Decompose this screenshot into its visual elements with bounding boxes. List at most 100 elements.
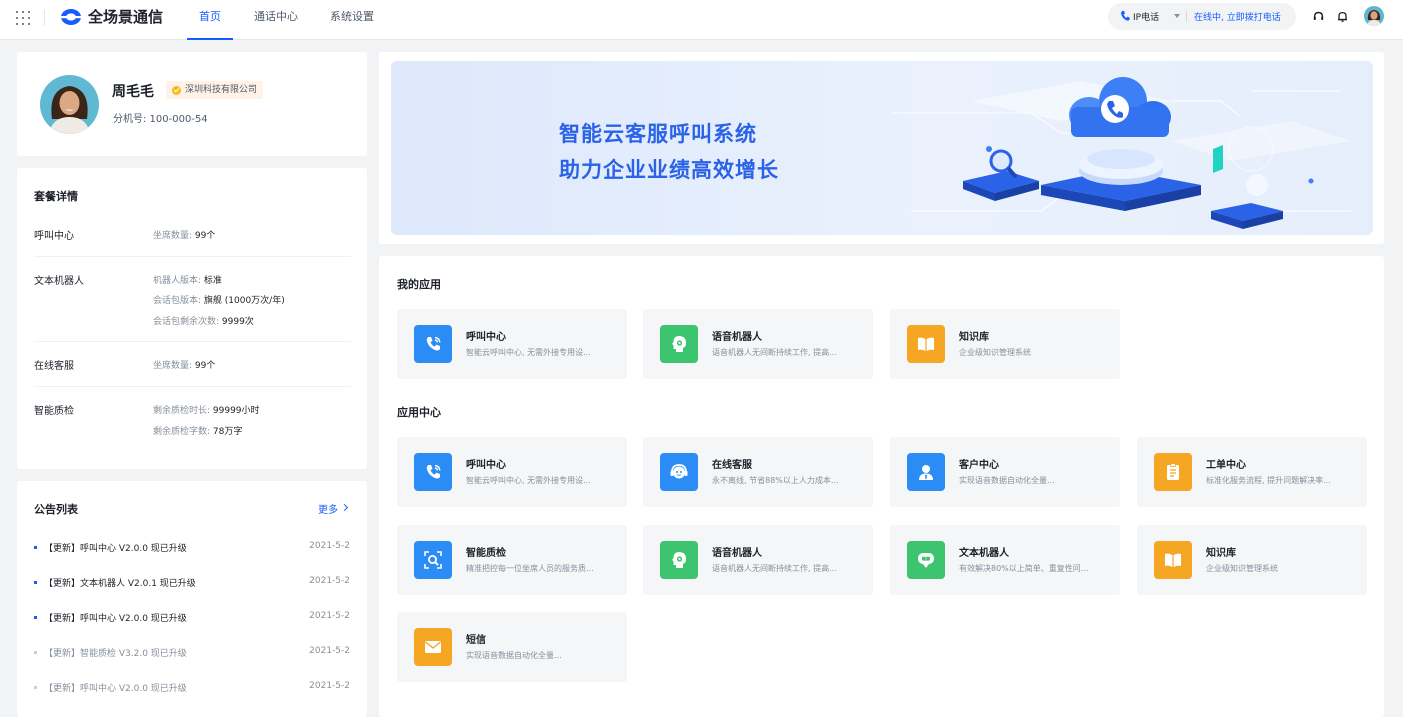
app-description: 智能云呼叫中心, 无需外接专用设... xyxy=(466,348,591,357)
divider xyxy=(44,10,45,26)
package-label: 智能质检 xyxy=(34,406,74,417)
nav-settings[interactable]: 系统设置 xyxy=(330,0,374,40)
detail-value: 旗舰 (1000万次/年) xyxy=(203,296,285,306)
headset-icon[interactable] xyxy=(1312,10,1325,23)
detail-key: 坐席数量: xyxy=(153,361,195,371)
logo-icon xyxy=(60,9,82,25)
app-card-online-service[interactable]: 在线客服 永不离线, 节省88%以上人力成本... xyxy=(643,437,873,507)
app-name: 客户中心 xyxy=(959,460,999,471)
app-card-text-robot[interactable]: T 文本机器人 有效解决80%以上简单、重复性问... xyxy=(890,525,1120,595)
notice-title: 公告列表 xyxy=(34,503,78,516)
notice-text[interactable]: 【更新】呼叫中心 V2.0.0 现已升级 xyxy=(44,681,187,694)
app-name: 呼叫中心 xyxy=(466,460,506,471)
detail-key: 剩余质检时长: xyxy=(153,406,213,416)
detail-key: 坐席数量: xyxy=(153,231,195,241)
app-card-customer-center[interactable]: 客户中心 实现语音数据自动化全量... xyxy=(890,437,1120,507)
profile-avatar xyxy=(40,75,99,134)
bullet-icon xyxy=(34,546,37,549)
notice-item[interactable]: 【更新】呼叫中心 V2.0.0 现已升级 2021-5-2 xyxy=(34,541,350,555)
app-description: 有效解决80%以上简单、重复性问... xyxy=(959,564,1089,573)
my-apps-title: 我的应用 xyxy=(397,278,441,291)
phone-icon xyxy=(1121,11,1130,21)
banner-headline: 智能云客服呼叫系统 xyxy=(559,122,757,146)
package-detail: 坐席数量: 99个 xyxy=(153,358,215,371)
notice-item[interactable]: 【更新】文本机器人 V2.0.1 现已升级 2021-5-2 xyxy=(34,576,350,590)
package-detail: 会话包版本: 旗舰 (1000万次/年) xyxy=(153,293,285,306)
user-icon xyxy=(907,453,945,491)
voice-robot-icon xyxy=(660,325,698,363)
app-title: 全场景通信 xyxy=(88,8,164,26)
app-card-call-center[interactable]: 呼叫中心 智能云呼叫中心, 无需外接专用设... xyxy=(397,309,627,379)
app-description: 企业级知识管理系统 xyxy=(959,348,1031,357)
detail-key: 会话包版本: xyxy=(153,296,204,306)
text-robot-icon: T xyxy=(907,541,945,579)
company-name: 深圳科技有限公司 xyxy=(185,85,258,95)
app-name: 工单中心 xyxy=(1206,460,1246,471)
top-bar: 全场景通信 首页 通话中心 系统设置 IP电话 在线中, 立即拨打电话 xyxy=(0,0,1403,40)
bullet-icon xyxy=(34,616,37,619)
detail-key: 机器人版本: xyxy=(153,276,204,286)
notice-item[interactable]: 【更新】呼叫中心 V2.0.0 现已升级 2021-5-2 xyxy=(34,681,350,695)
bullet-icon xyxy=(34,581,37,584)
detail-value: 标准 xyxy=(203,276,222,286)
app-name: 在线客服 xyxy=(712,460,752,471)
phone-icon xyxy=(414,453,452,491)
notice-item[interactable]: 【更新】智能质检 V3.2.0 现已升级 2021-5-2 xyxy=(34,646,350,660)
app-description: 实现语音数据自动化全量... xyxy=(959,476,1055,485)
ticket-icon xyxy=(1154,453,1192,491)
app-description: 企业级知识管理系统 xyxy=(1206,564,1278,573)
package-detail: 坐席数量: 99个 xyxy=(153,228,215,241)
notice-item[interactable]: 【更新】呼叫中心 V2.0.0 现已升级 2021-5-2 xyxy=(34,611,350,625)
app-center-title: 应用中心 xyxy=(397,406,441,419)
banner[interactable]: 智能云客服呼叫系统 助力企业业绩高效增长 xyxy=(391,61,1373,235)
app-card-voice-robot[interactable]: 语音机器人 语音机器人无间断持续工作, 提高... xyxy=(643,309,873,379)
user-avatar[interactable] xyxy=(1364,6,1384,26)
phone-status[interactable]: 在线中, 立即拨打电话 xyxy=(1194,10,1281,23)
app-name: 语音机器人 xyxy=(712,548,762,559)
notice-text[interactable]: 【更新】智能质检 V3.2.0 现已升级 xyxy=(44,646,187,659)
more-link[interactable]: 更多 xyxy=(318,501,338,516)
app-name: 知识库 xyxy=(1206,548,1236,559)
ip-phone-label[interactable]: IP电话 xyxy=(1133,10,1159,23)
notice-text[interactable]: 【更新】文本机器人 V2.0.1 现已升级 xyxy=(44,576,196,589)
app-card-call-center[interactable]: 呼叫中心 智能云呼叫中心, 无需外接专用设... xyxy=(397,437,627,507)
bell-icon[interactable] xyxy=(1336,10,1349,23)
app-card-sms[interactable]: 短信 实现语音数据自动化全量... xyxy=(397,612,627,682)
app-description: 语音机器人无间断持续工作, 提高... xyxy=(712,564,837,573)
notice-date: 2021-5-2 xyxy=(309,646,350,656)
bullet-icon xyxy=(34,651,37,654)
detail-value: 78万字 xyxy=(212,427,243,437)
app-card-ticket-center[interactable]: 工单中心 标准化服务流程, 提升问题解决率... xyxy=(1137,437,1367,507)
app-card-knowledge-base[interactable]: 知识库 企业级知识管理系统 xyxy=(1137,525,1367,595)
app-card-voice-robot[interactable]: 语音机器人 语音机器人无间断持续工作, 提高... xyxy=(643,525,873,595)
divider xyxy=(34,256,351,257)
app-name: 短信 xyxy=(466,635,486,646)
app-description: 智能云呼叫中心, 无需外接专用设... xyxy=(466,476,591,485)
app-name: 呼叫中心 xyxy=(466,332,506,343)
package-label: 文本机器人 xyxy=(34,276,84,287)
detail-value: 99999小时 xyxy=(212,406,260,416)
package-detail: 剩余质检字数: 78万字 xyxy=(153,424,242,437)
chevron-down-icon[interactable] xyxy=(1174,14,1180,18)
notice-date: 2021-5-2 xyxy=(309,611,350,621)
detail-key: 剩余质检字数: xyxy=(153,427,213,437)
app-description: 永不离线, 节省88%以上人力成本... xyxy=(712,476,839,485)
divider xyxy=(34,341,351,342)
detail-value: 99个 xyxy=(194,231,216,241)
nav-call-center[interactable]: 通话中心 xyxy=(254,0,298,40)
package-label: 呼叫中心 xyxy=(34,231,74,242)
ip-phone-widget[interactable]: IP电话 在线中, 立即拨打电话 xyxy=(1108,3,1296,30)
notice-text[interactable]: 【更新】呼叫中心 V2.0.0 现已升级 xyxy=(44,611,187,624)
book-icon xyxy=(907,325,945,363)
divider xyxy=(34,386,351,387)
package-title: 套餐详情 xyxy=(34,190,78,203)
notice-date: 2021-5-2 xyxy=(309,681,350,691)
detail-value: 99个 xyxy=(194,361,216,371)
notice-text[interactable]: 【更新】呼叫中心 V2.0.0 现已升级 xyxy=(44,541,187,554)
app-card-knowledge-base[interactable]: 知识库 企业级知识管理系统 xyxy=(890,309,1120,379)
app-grid-icon[interactable] xyxy=(16,11,30,25)
app-name: 语音机器人 xyxy=(712,332,762,343)
nav-home[interactable]: 首页 xyxy=(187,0,233,40)
app-card-quality-inspection[interactable]: 智能质检 精准把控每一位坐席人员的服务质... xyxy=(397,525,627,595)
notice-date: 2021-5-2 xyxy=(309,576,350,586)
